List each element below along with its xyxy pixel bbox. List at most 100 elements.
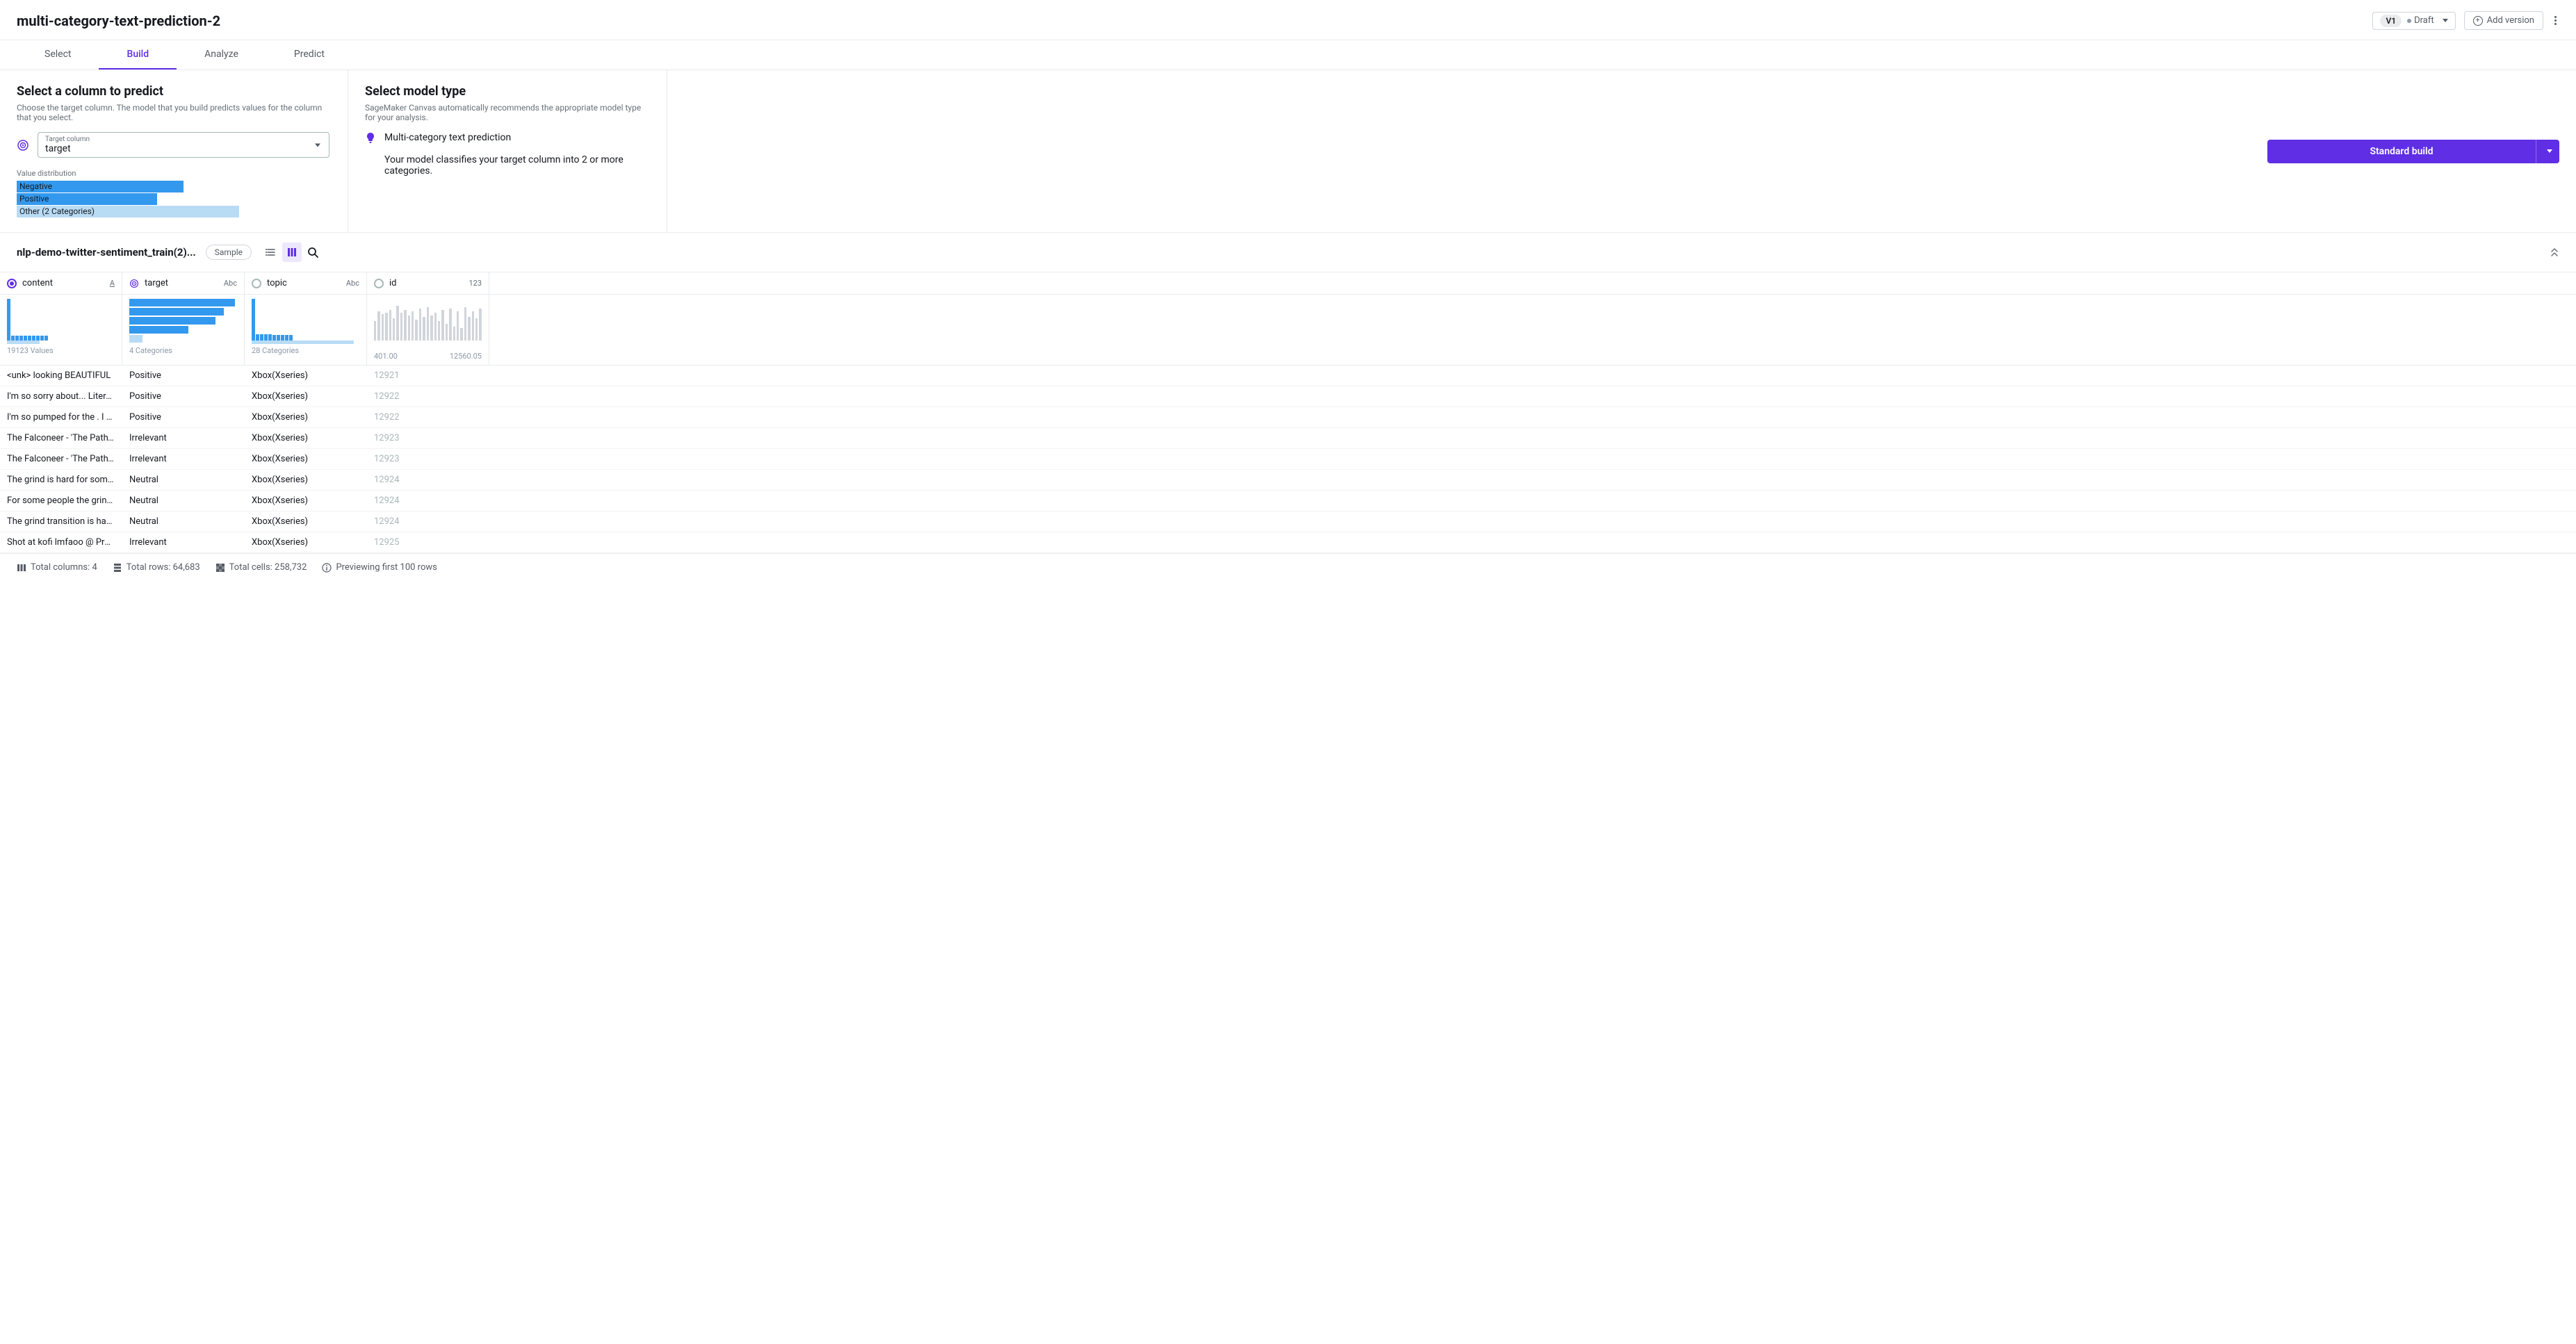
column-header-target[interactable]: targetAbc <box>122 272 245 294</box>
cell-target: Irrelevant <box>122 428 245 448</box>
cell-target: Neutral <box>122 491 245 511</box>
lightbulb-icon <box>365 132 376 143</box>
overflow-menu-button[interactable] <box>2552 13 2559 28</box>
model-type-name: Multi-category text prediction <box>384 132 650 143</box>
standard-build-button[interactable]: Standard build <box>2267 146 2536 157</box>
column-header-content[interactable]: content A <box>0 272 122 294</box>
tab-select[interactable]: Select <box>17 40 99 69</box>
version-selector[interactable]: V1 Draft <box>2372 12 2455 30</box>
status-text: Draft <box>2414 15 2434 26</box>
column-name: id <box>389 278 397 288</box>
column-chart-content: 19123 Values <box>0 295 122 365</box>
column-radio[interactable] <box>7 279 17 288</box>
cell-topic: Xbox(Xseries) <box>245 407 367 427</box>
column-radio[interactable] <box>374 279 384 288</box>
version-badge: V1 <box>2380 15 2402 27</box>
build-button-group: Standard build <box>2267 140 2559 163</box>
page-title: multi-category-text-prediction-2 <box>17 13 220 29</box>
cell-id: 12922 <box>367 407 489 427</box>
target-icon <box>17 139 29 151</box>
total-columns: Total columns: 4 <box>31 562 97 573</box>
dataset-name: nlp-demo-twitter-sentiment_train(2)... <box>17 246 196 259</box>
cell-content: The Falconeer - 'The Path' Game... <box>0 449 122 469</box>
predict-section-title: Select a column to predict <box>17 84 331 99</box>
collapse-panel-button[interactable] <box>2550 247 2559 257</box>
cell-topic: Xbox(Xseries) <box>245 532 367 552</box>
cell-topic: Xbox(Xseries) <box>245 386 367 407</box>
plus-circle-icon: + <box>2473 16 2483 26</box>
total-rows: Total rows: 64,683 <box>127 562 200 573</box>
rows-icon <box>113 563 122 573</box>
cell-topic: Xbox(Xseries) <box>245 428 367 448</box>
table-row[interactable]: I'm so pumped for the . I Literall...Pos… <box>0 407 2576 428</box>
table-row[interactable]: The Falconeer - 'The Path' Game...Irrele… <box>0 449 2576 470</box>
cell-content: The Falconeer - 'The Path' Game... <box>0 428 122 448</box>
cell-topic: Xbox(Xseries) <box>245 470 367 490</box>
cell-content: I'm so pumped for the . I Literall... <box>0 407 122 427</box>
table-row[interactable]: Shot at kofi lmfaoo @ PressStar...Irrele… <box>0 532 2576 553</box>
target-column-select[interactable]: Target column target <box>38 132 329 158</box>
cell-target: Positive <box>122 366 245 386</box>
add-version-button[interactable]: + Add version <box>2464 11 2543 30</box>
cell-content: <unk> looking BEAUTIFUL <box>0 366 122 386</box>
add-version-label: Add version <box>2487 15 2534 26</box>
cell-target: Neutral <box>122 470 245 490</box>
tab-build[interactable]: Build <box>99 40 177 69</box>
tab-bar: Select Build Analyze Predict <box>0 40 2576 70</box>
column-name: topic <box>267 278 287 288</box>
column-chart-target: 4 Categories <box>122 295 245 365</box>
cell-id: 12923 <box>367 428 489 448</box>
column-type-badge: Abc <box>346 279 359 288</box>
cell-topic: Xbox(Xseries) <box>245 491 367 511</box>
target-icon <box>129 279 139 288</box>
column-header-topic[interactable]: topic Abc <box>245 272 367 294</box>
column-chart-topic: 28 Categories <box>245 295 367 365</box>
column-name: content <box>22 278 53 288</box>
search-button[interactable] <box>303 243 323 262</box>
table-row[interactable]: For some people the grind is eve...Neutr… <box>0 491 2576 511</box>
tab-predict[interactable]: Predict <box>266 40 352 69</box>
table-row[interactable]: The grind is hard for some folks ...Neut… <box>0 470 2576 491</box>
cell-target: Positive <box>122 407 245 427</box>
status-dot-icon <box>2407 19 2411 23</box>
target-column-value: target <box>45 143 322 154</box>
cell-target: Positive <box>122 386 245 407</box>
tab-analyze[interactable]: Analyze <box>177 40 266 69</box>
distribution-bar: Positive <box>17 193 239 205</box>
table-row[interactable]: I'm so sorry about... Literally can...Po… <box>0 386 2576 407</box>
cell-topic: Xbox(Xseries) <box>245 511 367 532</box>
info-icon <box>322 563 332 573</box>
cell-id: 12924 <box>367 470 489 490</box>
value-distribution-label: Value distribution <box>17 169 331 178</box>
cell-content: I'm so sorry about... Literally can... <box>0 386 122 407</box>
grid-view-button[interactable] <box>282 243 302 262</box>
cell-id: 12922 <box>367 386 489 407</box>
total-cells: Total cells: 258,732 <box>229 562 307 573</box>
cell-target: Neutral <box>122 511 245 532</box>
model-type-desc: SageMaker Canvas automatically recommend… <box>365 103 650 122</box>
cell-content: The grind is hard for some folks ... <box>0 470 122 490</box>
chevron-down-icon <box>2547 149 2552 153</box>
cell-id: 12924 <box>367 511 489 532</box>
cell-target: Irrelevant <box>122 449 245 469</box>
columns-icon <box>17 563 26 573</box>
predict-section-desc: Choose the target column. The model that… <box>17 103 331 122</box>
column-type-badge: 123 <box>468 279 482 288</box>
column-chart-id: 401.0012560.05 <box>367 295 489 365</box>
column-type-badge: Abc <box>224 279 237 288</box>
list-view-button[interactable] <box>261 243 281 262</box>
column-radio[interactable] <box>252 279 261 288</box>
table-row[interactable]: The Falconeer - 'The Path' Game...Irrele… <box>0 428 2576 449</box>
table-row[interactable]: <unk> looking BEAUTIFULPositiveXbox(Xser… <box>0 366 2576 386</box>
cells-icon <box>215 563 225 573</box>
table-row[interactable]: The grind transition is hard for s...Neu… <box>0 511 2576 532</box>
chevron-down-icon <box>2443 19 2448 22</box>
build-options-button[interactable] <box>2536 140 2559 163</box>
cell-id: 12921 <box>367 366 489 386</box>
column-header-id[interactable]: id 123 <box>367 272 489 294</box>
distribution-bar: Other (2 Categories) <box>17 206 239 218</box>
sample-button[interactable]: Sample <box>206 245 252 260</box>
column-type-badge: A <box>110 279 115 288</box>
value-distribution-chart: NegativePositiveOther (2 Categories) <box>17 181 239 218</box>
target-column-label: Target column <box>45 136 322 143</box>
